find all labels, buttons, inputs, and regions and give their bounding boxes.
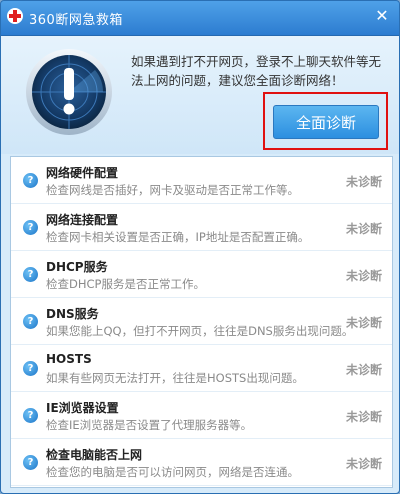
full-diagnose-button[interactable]: 全面诊断 bbox=[273, 105, 379, 139]
item-title: DHCP服务 bbox=[46, 260, 108, 274]
list-item[interactable]: ? 检查电脑能否上网检查您的电脑是否可以访问网页，网络是否连通。 未诊断 bbox=[11, 439, 392, 486]
question-icon: ? bbox=[23, 361, 38, 376]
question-icon: ? bbox=[23, 267, 38, 282]
item-status: 未诊断 bbox=[345, 222, 382, 236]
close-button[interactable]: ✕ bbox=[373, 7, 391, 25]
list-item[interactable]: ? HOSTS 如果有些网页无法打开，往往是HOSTS出现问题。 未诊断 bbox=[11, 345, 392, 392]
item-status: 未诊断 bbox=[345, 410, 382, 424]
item-title: HOSTS bbox=[46, 352, 92, 366]
header-message: 如果遇到打不开网页，登录不上聊天软件等无法上网的问题，建议您全面诊断网络！ bbox=[131, 54, 382, 88]
question-icon: ? bbox=[23, 314, 38, 329]
list-item[interactable]: ? DHCP服务检查DHCP服务是否正常工作。 未诊断 bbox=[11, 251, 392, 298]
header-panel: 如果遇到打不开网页，登录不上聊天软件等无法上网的问题，建议您全面诊断网络！ 全面… bbox=[1, 36, 399, 154]
item-description: 检查DHCP服务是否正常工作。 bbox=[46, 277, 205, 291]
list-item[interactable]: ? 网络连接配置检查网卡相关设置是否正确，IP地址是否配置正确。 未诊断 bbox=[11, 204, 392, 251]
red-cross-icon bbox=[7, 8, 23, 24]
item-description: 检查网卡相关设置是否正确，IP地址是否配置正确。 bbox=[46, 230, 310, 244]
item-status: 未诊断 bbox=[345, 457, 382, 471]
item-description: 检查网线是否插好，网卡及驱动是否正常工作等。 bbox=[46, 183, 299, 197]
item-status: 未诊断 bbox=[345, 363, 382, 377]
item-status: 未诊断 bbox=[345, 316, 382, 330]
question-icon: ? bbox=[23, 455, 38, 470]
window-title: 360断网急救箱 bbox=[29, 13, 123, 28]
list-item[interactable]: ? DNS服务如果您能上QQ，但打不开网页，往往是DNS服务出现问题。 未诊断 bbox=[11, 298, 392, 345]
exclamation-radar-icon bbox=[26, 49, 112, 135]
title-bar: 360断网急救箱 ✕ bbox=[1, 1, 399, 36]
item-description: 如果有些网页无法打开，往往是HOSTS出现问题。 bbox=[46, 371, 304, 385]
app-window: 360断网急救箱 ✕ 如果遇到打不开网页，登录不上聊天软件等无法上网的问题，建议… bbox=[0, 0, 400, 494]
item-title: 检查电脑能否上网 bbox=[46, 448, 143, 462]
item-title: 网络连接配置 bbox=[46, 213, 119, 227]
question-icon: ? bbox=[23, 173, 38, 188]
item-title: IE浏览器设置 bbox=[46, 401, 119, 415]
item-status: 未诊断 bbox=[345, 175, 382, 189]
item-description: 检查您的电脑是否可以访问网页，网络是否连通。 bbox=[46, 465, 299, 479]
item-description: 如果您能上QQ，但打不开网页，往往是DNS服务出现问题。 bbox=[46, 324, 354, 338]
item-description: 检查IE浏览器是否设置了代理服务器等。 bbox=[46, 418, 253, 432]
list-item[interactable]: ? IE浏览器设置检查IE浏览器是否设置了代理服务器等。 未诊断 bbox=[11, 392, 392, 439]
item-title: DNS服务 bbox=[46, 307, 99, 321]
diagnosis-list: ? 网络硬件配置 检查网线是否插好，网卡及驱动是否正常工作等。 未诊断? 网络连接配置检… bbox=[10, 156, 393, 488]
question-icon: ? bbox=[23, 220, 38, 235]
item-title: 网络硬件配置 bbox=[46, 166, 119, 180]
list-item[interactable]: ? 网络硬件配置检查网线是否插好，网卡及驱动是否正常工作等。 未诊断 bbox=[11, 157, 392, 204]
item-status: 未诊断 bbox=[345, 269, 382, 283]
question-icon: ? bbox=[23, 408, 38, 423]
